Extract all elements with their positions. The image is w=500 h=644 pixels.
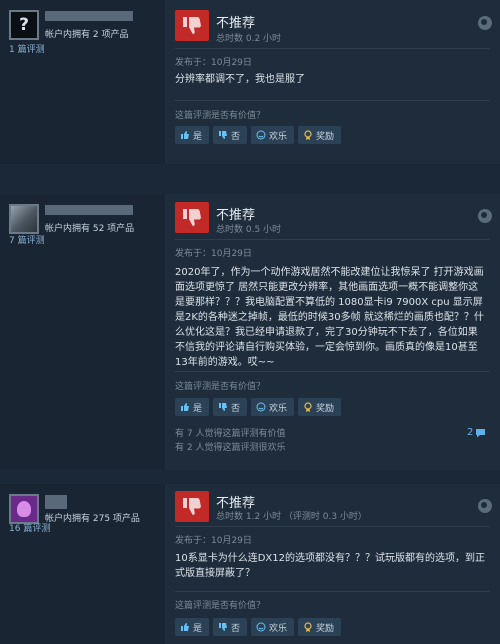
posted-date: 发布于：10月29日 xyxy=(175,249,252,259)
review-count[interactable]: 16 篇评测 xyxy=(9,521,50,534)
username-redacted[interactable] xyxy=(45,495,67,509)
products-owned[interactable]: 帐户内拥有 275 项产品 xyxy=(45,511,140,524)
divider xyxy=(175,239,490,240)
thumbs-down-icon xyxy=(219,403,228,411)
award-icon xyxy=(304,402,312,412)
username-redacted[interactable] xyxy=(45,11,133,21)
vote-no-label: 否 xyxy=(231,403,241,414)
gap xyxy=(0,164,500,194)
avatar[interactable] xyxy=(9,494,39,524)
gap xyxy=(0,470,500,484)
helpful-question: 这篇评测是否有价值？ xyxy=(175,601,266,611)
vote-funny-button[interactable]: 欢乐 xyxy=(251,398,295,416)
vote-no-label: 否 xyxy=(231,131,241,142)
smiley-icon xyxy=(256,622,266,632)
thumbs-down-icon xyxy=(219,623,228,631)
divider xyxy=(175,371,490,372)
thumbs-up-icon xyxy=(181,403,189,411)
vote-funny-label: 欢乐 xyxy=(269,131,288,142)
funny-count: 有 2 人觉得这篇评测很欢乐 xyxy=(175,443,286,453)
divider xyxy=(175,591,490,592)
helpful-count: 有 7 人觉得这篇评测有价值 xyxy=(175,429,286,439)
vote-funny-label: 欢乐 xyxy=(269,623,288,634)
review-card: 帐户内拥有 275 项产品 16 篇评测 不推荐 总时数 1.2 小时 （评测时… xyxy=(0,484,500,644)
vote-buttons: 是 否 欢乐 奖励 xyxy=(175,618,342,636)
thumbs-up-icon xyxy=(181,131,189,139)
hours-played: 总时数 0.2 小时 xyxy=(216,34,282,44)
vote-no-button[interactable]: 否 xyxy=(213,126,248,144)
thumbs-down-icon xyxy=(175,10,209,41)
vote-yes-button[interactable]: 是 xyxy=(175,618,210,636)
award-button[interactable]: 奖励 xyxy=(298,618,342,636)
divider xyxy=(175,526,490,527)
comment-count: 2 xyxy=(467,427,474,438)
steam-icon xyxy=(478,209,492,223)
vote-buttons: 是 否 欢乐 奖励 xyxy=(175,398,342,416)
vote-no-button[interactable]: 否 xyxy=(213,618,248,636)
divider xyxy=(175,100,490,101)
steam-icon xyxy=(478,16,492,30)
hours-played: 总时数 0.5 小时 xyxy=(216,225,282,235)
review-text: 分辨率都调不了，我也是服了 xyxy=(175,74,305,85)
avatar[interactable]: ? xyxy=(9,10,39,40)
review-card: ? 帐户内拥有 2 项产品 1 篇评测 不推荐 总时数 0.2 小时 发布于：1… xyxy=(0,0,500,164)
products-owned[interactable]: 帐户内拥有 52 项产品 xyxy=(45,221,134,234)
smiley-icon xyxy=(256,130,266,140)
award-label: 奖励 xyxy=(316,403,335,414)
vote-yes-label: 是 xyxy=(193,403,203,414)
helpful-question: 这篇评测是否有价值？ xyxy=(175,111,266,121)
vote-funny-button[interactable]: 欢乐 xyxy=(251,126,295,144)
vote-yes-button[interactable]: 是 xyxy=(175,126,210,144)
review-count[interactable]: 7 篇评测 xyxy=(9,233,45,246)
thumbs-down-icon xyxy=(219,131,228,139)
vote-funny-button[interactable]: 欢乐 xyxy=(251,618,295,636)
helpful-question: 这篇评测是否有价值？ xyxy=(175,382,266,392)
vote-yes-label: 是 xyxy=(193,131,203,142)
vote-no-button[interactable]: 否 xyxy=(213,398,248,416)
smiley-icon xyxy=(256,402,266,412)
review-count[interactable]: 1 篇评测 xyxy=(9,42,45,55)
award-label: 奖励 xyxy=(316,131,335,142)
review-text: 2020年了，作为一个动作游戏居然不能改建位让我惊呆了 打开游戏画面选项更惊了 … xyxy=(175,267,484,368)
vote-funny-label: 欢乐 xyxy=(269,403,288,414)
thumbs-down-icon xyxy=(175,202,209,233)
thumbs-down-icon xyxy=(175,491,209,522)
divider xyxy=(175,48,490,49)
vote-yes-button[interactable]: 是 xyxy=(175,398,210,416)
comment-icon xyxy=(476,428,486,437)
award-label: 奖励 xyxy=(316,623,335,634)
award-button[interactable]: 奖励 xyxy=(298,398,342,416)
steam-icon xyxy=(478,499,492,513)
recommendation-label: 不推荐 xyxy=(216,208,256,223)
products-owned[interactable]: 帐户内拥有 2 项产品 xyxy=(45,27,128,40)
review-text: 10系显卡为什么连DX12的选项都没有？？？试玩版都有的选项，到正式版直接屏蔽了… xyxy=(175,553,485,579)
vote-no-label: 否 xyxy=(231,623,241,634)
username-redacted[interactable] xyxy=(45,205,133,215)
vote-buttons: 是 否 欢乐 奖励 xyxy=(175,126,342,144)
hours-played: 总时数 1.2 小时 （评测时 0.3 小时） xyxy=(216,512,367,522)
award-button[interactable]: 奖励 xyxy=(298,126,342,144)
posted-date: 发布于：10月29日 xyxy=(175,536,252,546)
award-icon xyxy=(304,130,312,140)
review-card: 帐户内拥有 52 项产品 7 篇评测 不推荐 总时数 0.5 小时 发布于：10… xyxy=(0,194,500,470)
comment-count-link[interactable]: 2 xyxy=(467,427,486,438)
vote-yes-label: 是 xyxy=(193,623,203,634)
posted-date: 发布于：10月29日 xyxy=(175,58,252,68)
avatar[interactable] xyxy=(9,204,39,234)
thumbs-up-icon xyxy=(181,623,189,631)
recommendation-label: 不推荐 xyxy=(216,16,256,31)
award-icon xyxy=(304,622,312,632)
